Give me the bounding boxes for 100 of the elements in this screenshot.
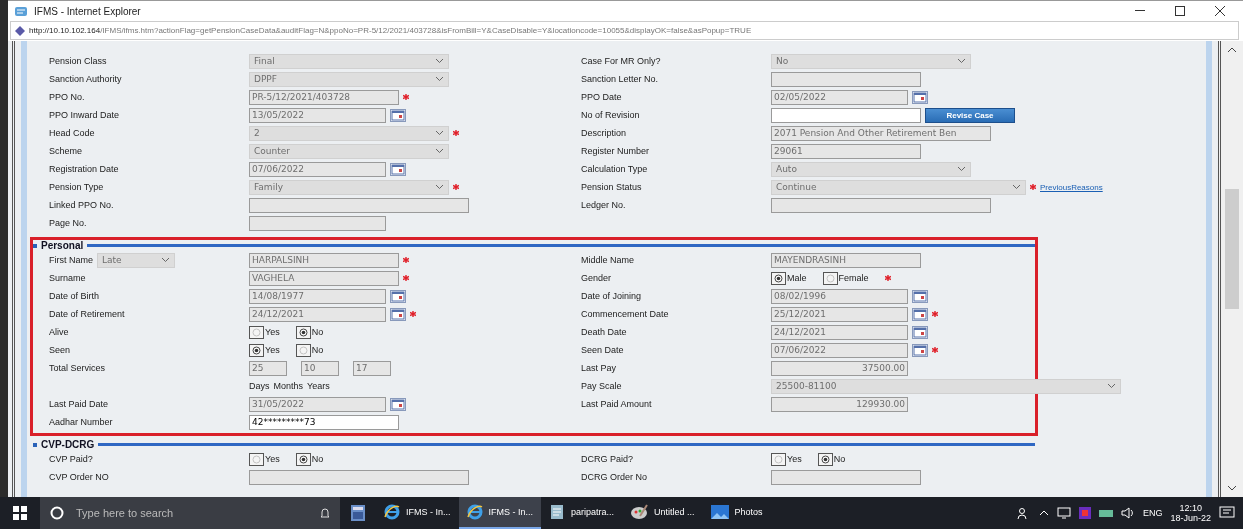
field-label: Last Paid Amount <box>581 399 652 409</box>
radio-button[interactable] <box>817 452 833 466</box>
chevron-down-icon <box>161 257 170 263</box>
radio-label: Yes <box>787 454 802 464</box>
field-label: Description <box>581 128 627 138</box>
calendar-button[interactable] <box>912 289 928 303</box>
input-field[interactable]: 42*********73 <box>249 414 399 430</box>
radio-label: No <box>311 327 324 337</box>
taskbar-app[interactable]: IFMS - In... <box>376 497 459 529</box>
field-label: Middle Name <box>581 255 635 265</box>
field-label: Death Date <box>581 327 627 337</box>
radio-label: Male <box>787 273 807 283</box>
radio-button[interactable] <box>249 343 264 357</box>
windows-icon <box>13 506 27 520</box>
field-label: DCRG Paid? <box>581 454 634 464</box>
calendar-button[interactable] <box>912 90 928 104</box>
field-label: Ledger No. <box>581 200 626 210</box>
browser-icon <box>384 504 400 520</box>
chevron-up-icon[interactable] <box>1038 510 1049 516</box>
radio-button[interactable] <box>771 452 786 466</box>
calendar-button[interactable] <box>390 307 406 321</box>
radio-button[interactable] <box>295 452 311 466</box>
language-indicator[interactable]: ENG <box>1142 508 1163 518</box>
color-app-icon[interactable] <box>1078 507 1091 519</box>
field-label: Surname <box>49 273 86 283</box>
field-label: Commencement Date <box>581 309 669 319</box>
radio-button[interactable] <box>771 271 786 285</box>
radio-button[interactable] <box>249 325 264 339</box>
notifications-icon[interactable] <box>1219 506 1235 520</box>
page-icon <box>15 25 25 36</box>
chevron-down-icon <box>957 166 966 172</box>
search-input[interactable]: Type here to search <box>74 506 310 520</box>
field-label: Pay Scale <box>581 381 622 391</box>
field-label: Aadhar Number <box>49 417 113 427</box>
calendar-button[interactable] <box>390 397 406 411</box>
taskbar-app[interactable]: Photos <box>702 497 771 529</box>
calendar-button[interactable] <box>912 325 928 339</box>
clock[interactable]: 12:10 18-Jun-22 <box>1170 503 1211 523</box>
cortana-icon <box>50 506 64 520</box>
field-label: DCRG Order No <box>581 472 647 482</box>
taskbar-app[interactable]: Untitled ... <box>622 497 703 529</box>
search-box[interactable]: Type here to search <box>40 497 340 529</box>
field-label: Page No. <box>49 218 87 228</box>
revise-case-button[interactable]: Revise Case <box>925 107 1015 123</box>
calendar-button[interactable] <box>912 307 928 321</box>
calendar-button[interactable] <box>390 162 406 176</box>
scroll-thumb[interactable] <box>1225 189 1239 309</box>
field-label: Sanction Letter No. <box>581 74 659 84</box>
section-title: Personal <box>41 240 84 251</box>
field-label: Date of Birth <box>49 291 100 301</box>
calendar-button[interactable] <box>390 289 406 303</box>
field-label: CVP Order NO <box>49 472 109 482</box>
chevron-down-icon <box>435 130 444 136</box>
browser-icon <box>466 504 483 520</box>
taskbar-app[interactable]: IFMS - In... <box>458 497 542 529</box>
radio-button[interactable] <box>822 271 838 285</box>
scroll-up-icon[interactable] <box>1227 47 1237 53</box>
field-label: Seen <box>49 345 71 355</box>
taskbar-app[interactable]: paripatra... <box>541 497 623 529</box>
radio-label: No <box>311 454 324 464</box>
window-title: IFMS - Internet Explorer <box>34 5 142 17</box>
chevron-down-icon <box>435 148 444 154</box>
input-field[interactable] <box>771 107 921 123</box>
field-label: Date of Joining <box>581 291 642 301</box>
unit-label: Days <box>249 381 270 391</box>
field-label: Pension Class <box>49 56 107 66</box>
unit-label: Months <box>273 381 304 391</box>
calendar-button[interactable] <box>912 343 928 357</box>
bell-icon <box>320 507 330 519</box>
chevron-down-icon <box>957 58 966 64</box>
app-icon <box>14 5 28 17</box>
chevron-down-icon <box>1107 383 1116 389</box>
address-bar[interactable]: http://10.10.102.164/IFMS/ifms.htm?actionFlag=getPensionCaseData&auditFlag=N&ppoNo=PR-5/12/2021/403728&isFromBill=Y&CaseDisable=Y&locationcode=10055&displayOK=false&asPopup=TRUE <box>10 21 1239 40</box>
monitor-icon[interactable] <box>1056 507 1071 519</box>
chevron-down-icon <box>435 76 444 82</box>
field-label: Pension Type <box>49 182 104 192</box>
field-label: No of Revision <box>581 110 640 120</box>
field-label: Gender <box>581 273 612 283</box>
field-label: Last Pay <box>581 363 617 373</box>
calendar-button[interactable] <box>390 108 406 122</box>
radio-button[interactable] <box>295 325 311 339</box>
scroll-down-icon[interactable] <box>1227 485 1237 491</box>
radio-label: Yes <box>265 327 280 337</box>
field-label: Registration Date <box>49 164 119 174</box>
radio-label: Yes <box>265 345 280 355</box>
radio-button[interactable] <box>249 452 264 466</box>
speaker-icon[interactable] <box>1120 507 1135 519</box>
field-label: Last Paid Date <box>49 399 109 409</box>
field-label: Scheme <box>49 146 83 156</box>
network-icon[interactable] <box>1098 508 1113 518</box>
field-label: Date of Retirement <box>49 309 125 319</box>
chevron-down-icon <box>435 58 444 64</box>
scrollbar[interactable] <box>1218 41 1243 497</box>
field-label: PPO Date <box>581 92 622 102</box>
radio-button[interactable] <box>295 343 311 357</box>
field-label: CVP Paid? <box>49 454 93 464</box>
field-label: Seen Date <box>581 345 624 355</box>
field-label: Register Number <box>581 146 650 156</box>
field-label: Head Code <box>49 128 95 138</box>
maximize-icon <box>1175 6 1185 16</box>
